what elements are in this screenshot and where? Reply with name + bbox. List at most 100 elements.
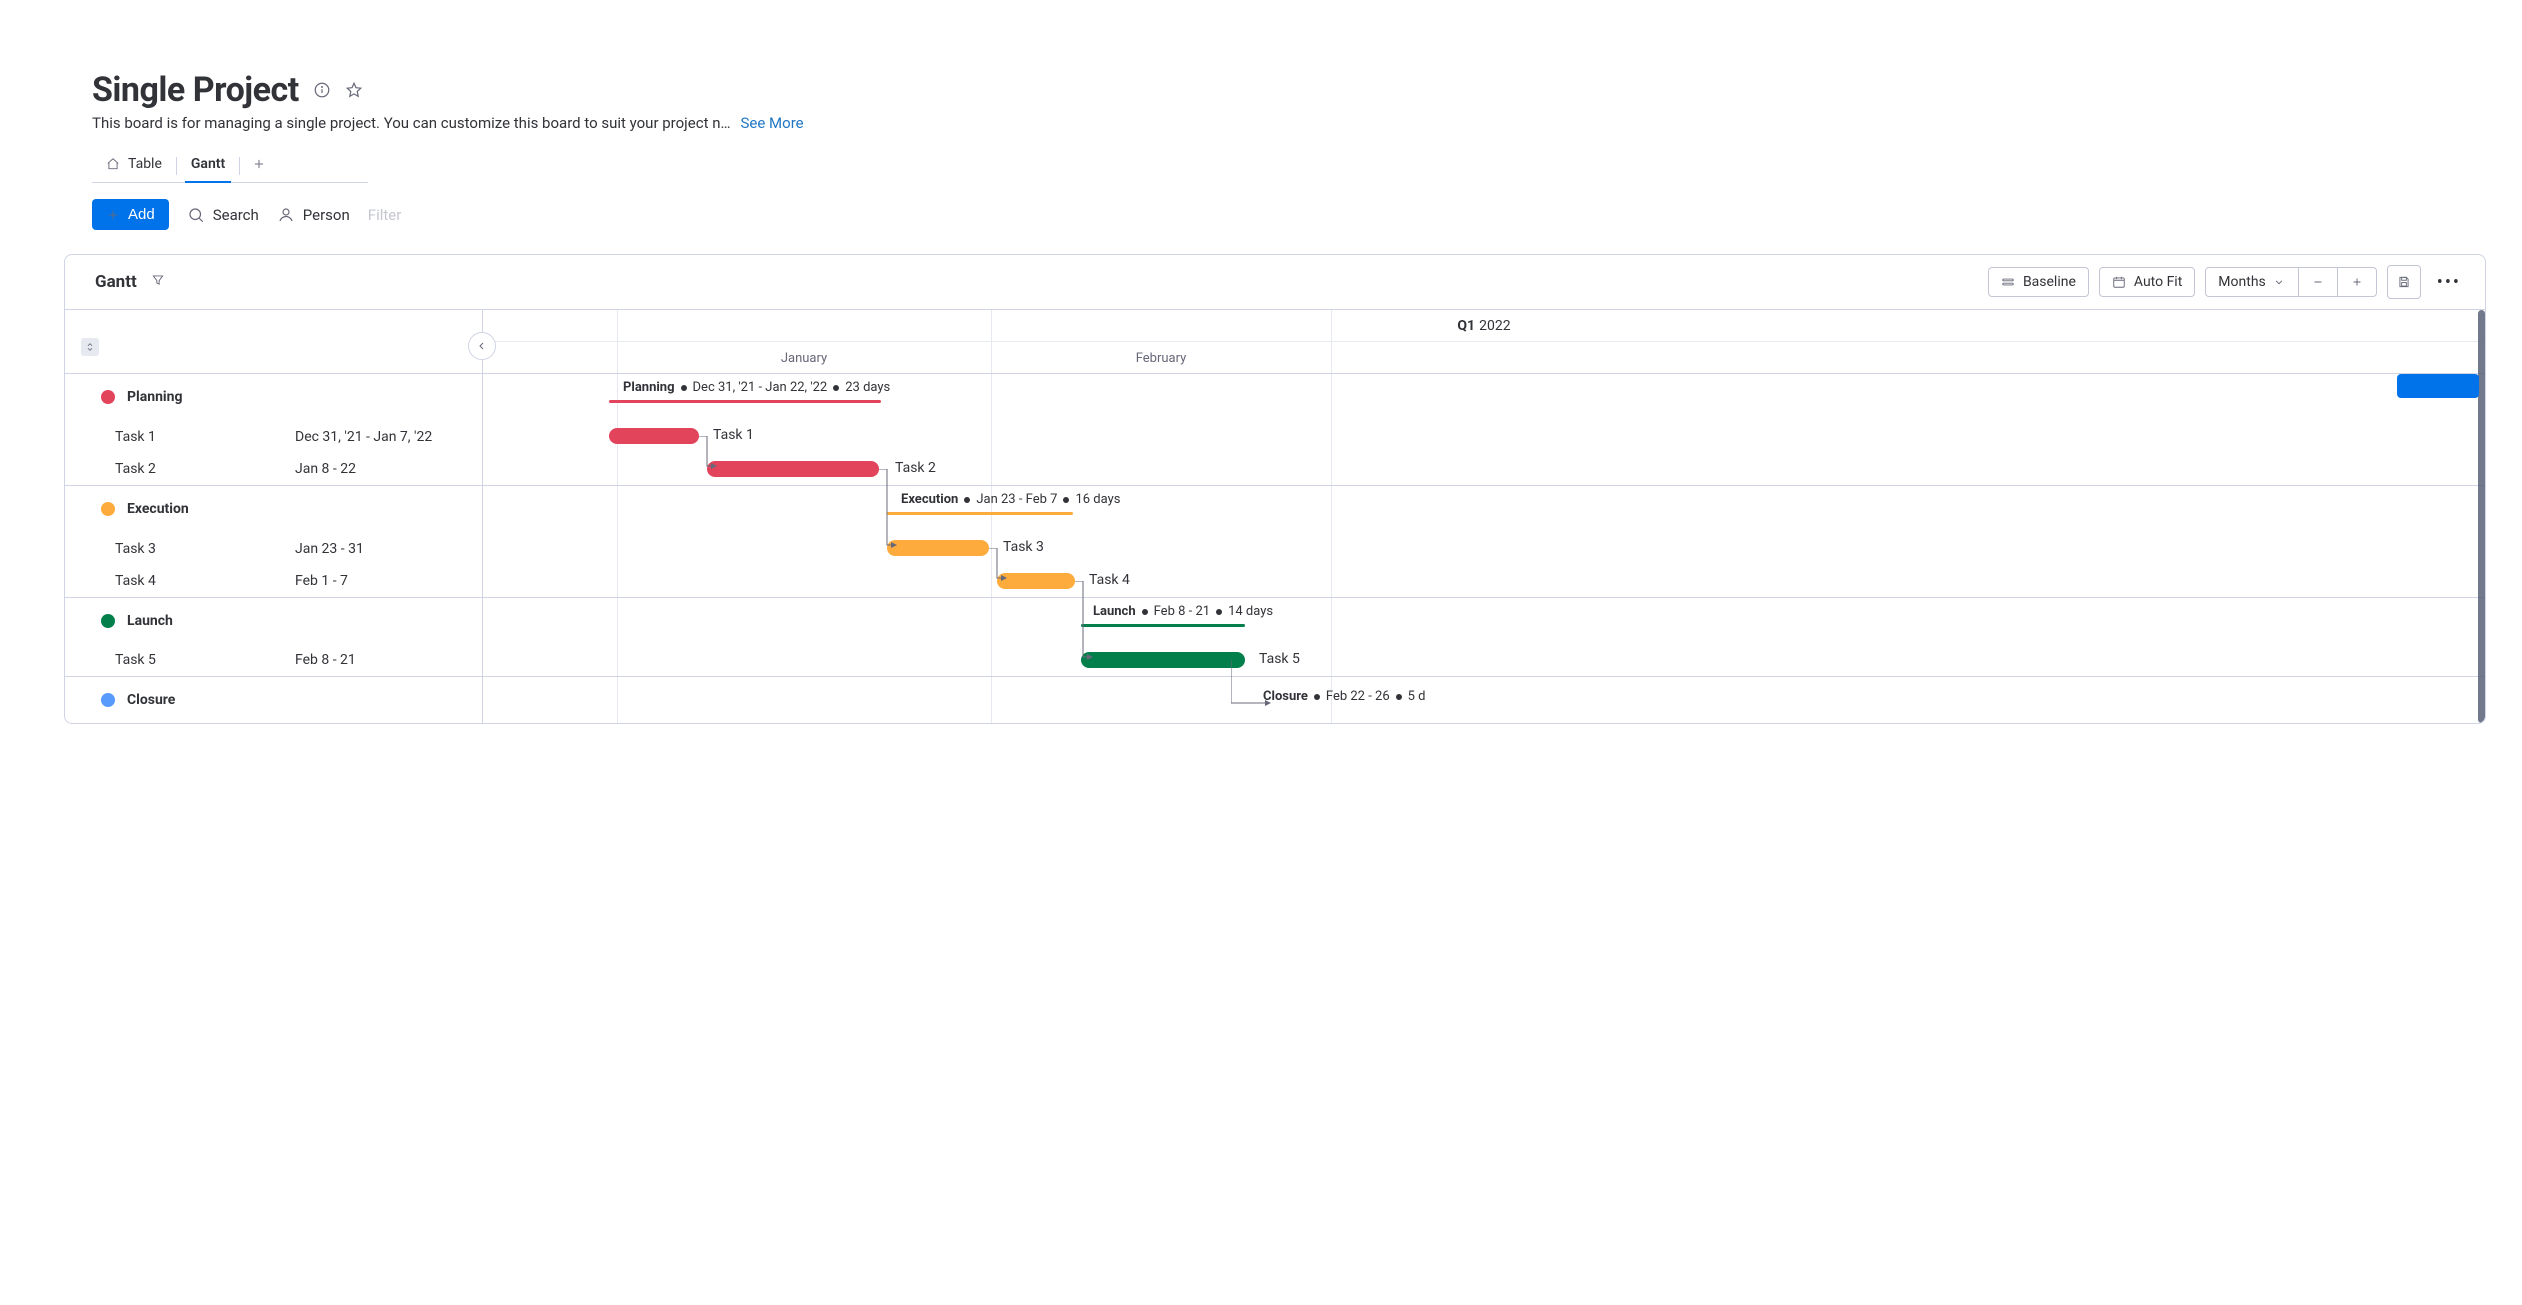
phase-summary-closure: ClosureFeb 22 - 265 d bbox=[1263, 689, 1426, 704]
timeline-header: Q12022 January February bbox=[483, 310, 2485, 374]
search-icon bbox=[187, 206, 205, 224]
group-name-label: Planning bbox=[127, 389, 182, 405]
info-icon[interactable] bbox=[313, 81, 331, 99]
filter-label: Filter bbox=[368, 206, 402, 224]
add-button[interactable]: Add bbox=[92, 199, 169, 230]
dependency-arrow bbox=[699, 436, 719, 469]
tab-table-label: Table bbox=[128, 156, 162, 172]
filter-button[interactable]: Filter bbox=[368, 206, 402, 224]
task-name-label: Task 3 bbox=[115, 541, 295, 557]
collapse-all-button[interactable] bbox=[81, 338, 99, 356]
dependency-arrow bbox=[1075, 581, 1095, 660]
more-menu-button[interactable]: ••• bbox=[2431, 272, 2467, 293]
export-button[interactable] bbox=[2387, 265, 2421, 299]
baseline-button[interactable]: Baseline bbox=[1988, 267, 2089, 297]
group-color-dot bbox=[101, 614, 115, 628]
year-label: 2022 bbox=[1479, 318, 1510, 334]
plus-icon bbox=[2350, 275, 2364, 289]
task-row[interactable]: Task 3 Jan 23 - 31 bbox=[65, 532, 482, 565]
today-marker bbox=[2397, 374, 2479, 398]
person-label: Person bbox=[303, 206, 350, 224]
save-icon bbox=[2397, 275, 2411, 289]
zoom-in-button[interactable] bbox=[2337, 268, 2376, 296]
gantt-bar-task3[interactable] bbox=[887, 540, 989, 556]
task-dates-label: Dec 31, '21 - Jan 7, '22 bbox=[295, 429, 432, 445]
phase-summary-planning: PlanningDec 31, '21 - Jan 22, '2223 days bbox=[623, 380, 890, 395]
group-name-label: Closure bbox=[127, 692, 175, 708]
board-title: Single Project bbox=[92, 70, 299, 110]
timeline-panel[interactable]: Q12022 January February PlanningDec 31, … bbox=[483, 310, 2485, 723]
search-button[interactable]: Search bbox=[187, 206, 259, 224]
task-row[interactable]: Task 4 Feb 1 - 7 bbox=[65, 565, 482, 598]
phase-summary-execution: ExecutionJan 23 - Feb 716 days bbox=[901, 492, 1120, 507]
phase-underline bbox=[1081, 624, 1245, 627]
task-dates-label: Feb 8 - 21 bbox=[295, 652, 356, 668]
vertical-scrollbar[interactable] bbox=[2478, 310, 2485, 723]
task-dates-label: Jan 8 - 22 bbox=[295, 461, 356, 477]
bar-label: Task 4 bbox=[1089, 572, 1130, 588]
star-icon[interactable] bbox=[345, 81, 363, 99]
person-icon bbox=[277, 206, 295, 224]
task-name-label: Task 4 bbox=[115, 573, 295, 589]
home-icon bbox=[106, 157, 120, 171]
bar-label: Task 1 bbox=[713, 427, 754, 443]
month-label-jan: January bbox=[617, 342, 991, 374]
timescale-label: Months bbox=[2218, 274, 2265, 290]
plus-icon bbox=[106, 208, 120, 222]
dependency-arrow bbox=[1231, 660, 1271, 706]
group-header-execution[interactable]: Execution bbox=[65, 486, 482, 532]
person-filter-button[interactable]: Person bbox=[277, 206, 350, 224]
dependency-arrow bbox=[989, 548, 1009, 581]
autofit-label: Auto Fit bbox=[2134, 274, 2182, 290]
task-dates-label: Feb 1 - 7 bbox=[295, 573, 348, 589]
group-name-label: Launch bbox=[127, 613, 173, 629]
tab-table[interactable]: Table bbox=[92, 150, 176, 182]
gantt-bar-task1[interactable] bbox=[609, 428, 699, 444]
group-color-dot bbox=[101, 502, 115, 516]
gantt-bar-task5[interactable] bbox=[1081, 652, 1245, 668]
autofit-button[interactable]: Auto Fit bbox=[2099, 267, 2195, 297]
task-row[interactable]: Task 5 Feb 8 - 21 bbox=[65, 644, 482, 677]
board-description: This board is for managing a single proj… bbox=[92, 114, 731, 132]
add-view-button[interactable] bbox=[240, 151, 278, 181]
task-row[interactable]: Task 2 Jan 8 - 22 bbox=[65, 453, 482, 486]
group-header-planning[interactable]: Planning bbox=[65, 374, 482, 420]
month-label-feb: February bbox=[991, 342, 1331, 374]
task-name-label: Task 5 bbox=[115, 652, 295, 668]
task-name-label: Task 2 bbox=[115, 461, 295, 477]
group-header-closure[interactable]: Closure bbox=[65, 677, 482, 723]
task-dates-label: Jan 23 - 31 bbox=[295, 541, 364, 557]
group-name-label: Execution bbox=[127, 501, 189, 517]
dependency-arrow bbox=[879, 469, 899, 548]
plus-icon bbox=[252, 157, 266, 171]
tab-gantt-label: Gantt bbox=[191, 156, 225, 172]
see-more-link[interactable]: See More bbox=[741, 114, 804, 132]
phase-summary-launch: LaunchFeb 8 - 2114 days bbox=[1093, 604, 1273, 619]
calendar-icon bbox=[2112, 275, 2126, 289]
quarter-label: Q1 bbox=[1457, 318, 1475, 334]
baseline-icon bbox=[2001, 275, 2015, 289]
gantt-bar-task2[interactable] bbox=[707, 461, 879, 477]
gantt-widget: Gantt Baseline Auto Fit bbox=[64, 254, 2486, 724]
group-header-launch[interactable]: Launch bbox=[65, 598, 482, 644]
minus-icon bbox=[2311, 275, 2325, 289]
collapse-panel-button[interactable] bbox=[468, 332, 496, 360]
search-label: Search bbox=[213, 206, 259, 224]
funnel-filter-icon[interactable] bbox=[151, 273, 165, 291]
task-row[interactable]: Task 1 Dec 31, '21 - Jan 7, '22 bbox=[65, 420, 482, 453]
group-color-dot bbox=[101, 693, 115, 707]
tab-gantt[interactable]: Gantt bbox=[177, 150, 239, 182]
baseline-label: Baseline bbox=[2023, 274, 2076, 290]
zoom-control: Months bbox=[2205, 267, 2376, 297]
task-list-panel: Planning Task 1 Dec 31, '21 - Jan 7, '22… bbox=[65, 310, 483, 723]
phase-underline bbox=[609, 400, 881, 403]
phase-underline bbox=[887, 512, 1073, 515]
chevron-down-icon bbox=[2272, 275, 2286, 289]
add-button-label: Add bbox=[128, 206, 155, 223]
zoom-out-button[interactable] bbox=[2298, 268, 2337, 296]
group-color-dot bbox=[101, 390, 115, 404]
bar-label: Task 2 bbox=[895, 460, 936, 476]
collapse-icon bbox=[85, 342, 95, 352]
timescale-select[interactable]: Months bbox=[2206, 268, 2297, 296]
chevron-left-icon bbox=[476, 340, 488, 352]
